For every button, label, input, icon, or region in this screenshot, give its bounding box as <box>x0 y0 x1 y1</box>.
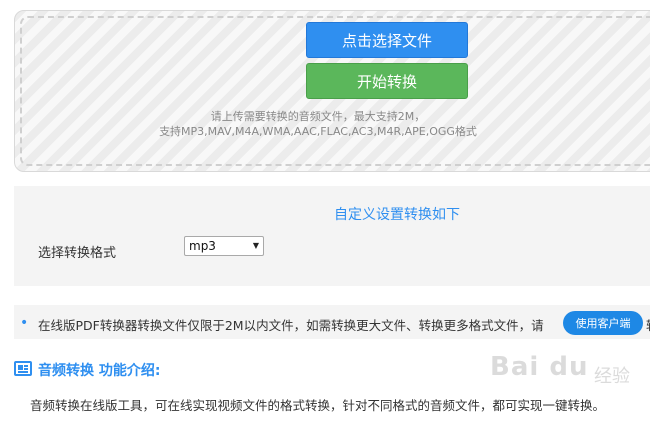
format-label: 选择转换格式 <box>38 246 117 261</box>
dropdown-arrow-icon: ▼ <box>252 241 259 250</box>
notice-bar: • 在线版PDF转换器转换文件仅限于2M以内文件，如需转换更大文件、转换更多格式… <box>14 305 650 339</box>
watermark-logo: Bai du <box>490 352 589 382</box>
settings-panel: 自定义设置转换如下 选择转换格式 mp3 ▼ <box>14 186 650 286</box>
intro-title: 音频转换 功能介绍: <box>38 363 161 379</box>
upload-hint-formats: 支持MP3,MAV,M4A,WMA,AAC,FLAC,AC3,M4R,APE,O… <box>159 125 477 138</box>
bullet-icon: • <box>20 315 29 331</box>
use-client-button[interactable]: 使用客户端 <box>563 311 643 335</box>
format-select[interactable]: mp3 ▼ <box>184 236 264 256</box>
notice-text: 在线版PDF转换器转换文件仅限于2M以内文件，如需转换更大文件、转换更多格式文件… <box>38 318 544 333</box>
intro-text: 音频转换在线版工具，可在线实现视频文件的格式转换，针对不同格式的音频文件，都可实… <box>30 398 606 413</box>
settings-title: 自定义设置转换如下 <box>334 207 460 223</box>
select-file-button[interactable]: 点击选择文件 <box>306 22 468 58</box>
notice-tail: 转 <box>646 315 650 334</box>
watermark-sub: 经验 <box>594 366 630 387</box>
upload-hint-size: 请上传需要转换的音频文件，最大支持2M， <box>210 110 426 123</box>
intro-icon <box>14 361 32 376</box>
format-select-value: mp3 <box>189 239 216 253</box>
start-convert-button[interactable]: 开始转换 <box>306 63 468 99</box>
